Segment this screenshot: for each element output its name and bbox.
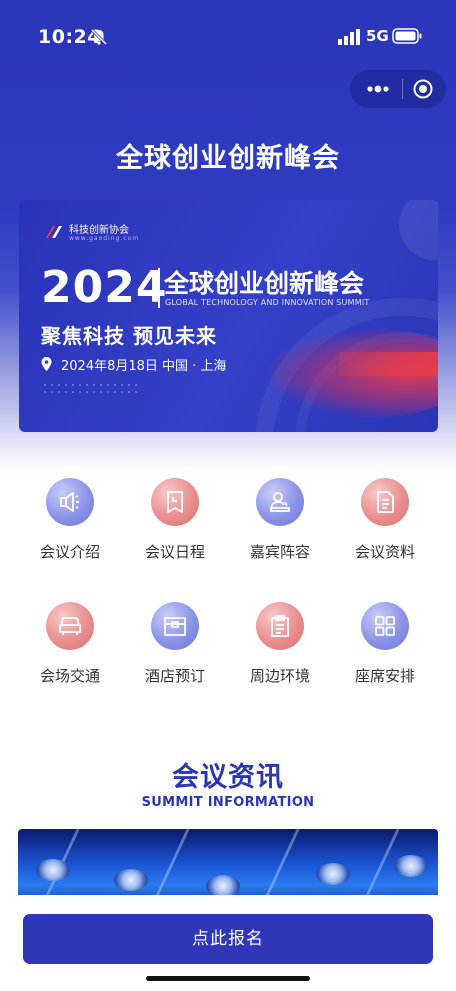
schedule-icon bbox=[151, 478, 199, 526]
home-indicator bbox=[146, 976, 310, 981]
menu-item-transport[interactable]: 会场交通 bbox=[18, 602, 122, 686]
banner-date-location: 2024年8月18日 中国 · 上海 bbox=[61, 359, 227, 374]
mute-bell-icon bbox=[90, 28, 108, 46]
banner-org-name: 科技创新协会 bbox=[69, 225, 129, 236]
menu-item-label: 酒店预订 bbox=[144, 667, 205, 685]
banner-url: www.gaoding.com bbox=[69, 235, 140, 242]
menu-item-label: 会场交通 bbox=[39, 667, 100, 685]
photo-ceiling-light bbox=[36, 859, 70, 881]
miniprogram-capsule bbox=[350, 70, 446, 108]
location-pin-icon bbox=[41, 357, 52, 371]
banner-divider bbox=[158, 268, 160, 308]
menu-item-label: 座席安排 bbox=[354, 667, 415, 685]
seating-grid-icon bbox=[361, 602, 409, 650]
hotel-icon bbox=[151, 602, 199, 650]
car-icon bbox=[46, 602, 94, 650]
capsule-divider bbox=[402, 79, 403, 99]
battery-icon bbox=[392, 28, 422, 44]
banner-glow bbox=[399, 200, 438, 260]
menu-item-label: 会议日程 bbox=[144, 543, 205, 561]
menu-item-conference-intro[interactable]: 会议介绍 bbox=[18, 478, 122, 562]
menu-item-label: 会议资料 bbox=[354, 543, 415, 561]
section-subtitle: SUMMIT INFORMATION bbox=[141, 795, 315, 810]
menu-item-schedule[interactable]: 会议日程 bbox=[123, 478, 227, 562]
banner-year: 2024 bbox=[41, 262, 168, 313]
menu-item-surroundings[interactable]: 周边环境 bbox=[228, 602, 332, 686]
org-logo-icon bbox=[46, 226, 62, 238]
register-button[interactable]: 点此报名 bbox=[23, 914, 433, 964]
guest-icon bbox=[256, 478, 304, 526]
signal-icon bbox=[338, 29, 360, 45]
menu-item-label: 嘉宾阵容 bbox=[249, 543, 310, 561]
menu-item-label: 会议介绍 bbox=[39, 543, 100, 561]
event-banner[interactable]: 科技创新协会 www.gaoding.com 2024 全球创业创新峰会 GLO… bbox=[19, 200, 438, 432]
document-icon bbox=[361, 478, 409, 526]
menu-item-seating[interactable]: 座席安排 bbox=[333, 602, 437, 686]
banner-red-bar bbox=[339, 352, 438, 376]
banner-subtitle-en: GLOBAL TECHNOLOGY AND INNOVATION SUMMIT bbox=[165, 298, 370, 307]
photo-ceiling-light bbox=[394, 855, 428, 877]
photo-ceiling-light bbox=[206, 875, 240, 897]
section-title: 会议资讯 bbox=[172, 762, 284, 793]
close-miniprogram-icon[interactable] bbox=[412, 78, 434, 100]
photo-ceiling-light bbox=[316, 863, 350, 885]
more-icon[interactable] bbox=[364, 81, 392, 97]
banner-title: 全球创业创新峰会 bbox=[164, 269, 365, 298]
network-type: 5G bbox=[366, 27, 389, 45]
banner-slogan: 聚焦科技 预见未来 bbox=[41, 324, 217, 348]
status-bar: 10:24 5G bbox=[0, 0, 456, 72]
clipboard-icon bbox=[256, 602, 304, 650]
menu-item-hotel[interactable]: 酒店预订 bbox=[123, 602, 227, 686]
menu-item-label: 周边环境 bbox=[249, 667, 310, 685]
page-title: 全球创业创新峰会 bbox=[116, 143, 340, 174]
banner-dot-pattern bbox=[44, 384, 137, 393]
megaphone-icon bbox=[46, 478, 94, 526]
photo-ceiling-light bbox=[114, 869, 148, 891]
menu-item-materials[interactable]: 会议资料 bbox=[333, 478, 437, 562]
menu-item-guests[interactable]: 嘉宾阵容 bbox=[228, 478, 332, 562]
